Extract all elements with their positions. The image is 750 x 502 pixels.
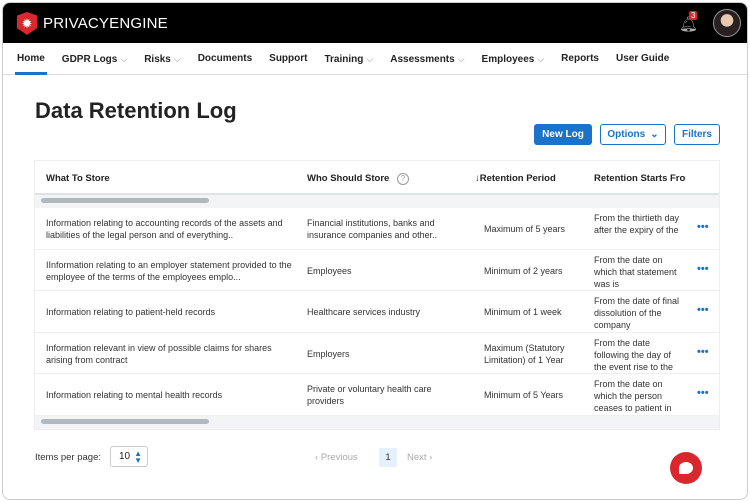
nav-label: GDPR Logs xyxy=(61,53,118,65)
chevron-down-icon: ⌵ xyxy=(173,53,181,64)
more-actions-icon[interactable]: ••• xyxy=(697,263,709,275)
new-log-button[interactable]: New Log xyxy=(534,124,592,145)
scrollbar-thumb[interactable] xyxy=(41,198,209,203)
chat-bubble-icon xyxy=(679,462,693,474)
cell-starts: From the date on which that statement wa… xyxy=(594,254,677,289)
chevron-down-icon: ⌵ xyxy=(120,53,128,64)
cell-what: IInformation relating to an employer sta… xyxy=(46,259,292,282)
table-body: Information relating to accounting recor… xyxy=(35,208,719,416)
nav-item-risks[interactable]: Risks ⌵ xyxy=(144,43,181,75)
table-row[interactable]: Information relating to mental health re… xyxy=(35,374,719,416)
chevron-down-icon: ⌵ xyxy=(366,53,374,64)
cell-period: Minimum of 2 years xyxy=(484,265,563,276)
table-row[interactable]: IInformation relating to an employer sta… xyxy=(35,250,719,292)
gear-shield-icon: ✹ xyxy=(17,12,37,35)
chevron-down-icon: ⌵ xyxy=(457,53,465,64)
more-actions-icon[interactable]: ••• xyxy=(697,346,709,358)
column-period-label: Retention Period xyxy=(479,173,556,184)
nav-label: Assessments xyxy=(390,53,455,65)
nav-item-gdpr-logs[interactable]: GDPR Logs ⌵ xyxy=(62,43,127,75)
avatar[interactable] xyxy=(713,9,741,37)
horizontal-scrollbar-top[interactable] xyxy=(35,195,719,208)
logo[interactable]: ✹ PRIVACYENGINE xyxy=(17,12,168,35)
nav-item-employees[interactable]: Employees ⌵ xyxy=(482,43,545,75)
items-per-page-select[interactable]: 10 ▲ ▼ xyxy=(110,446,148,467)
cell-who: Healthcare services industry xyxy=(307,307,421,318)
column-header-period[interactable]: ↓Retention Period xyxy=(475,173,556,184)
nav-item-home[interactable]: Home xyxy=(15,43,47,75)
cell-period: Minimum of 1 week xyxy=(484,307,562,318)
nav-item-user-guide[interactable]: User Guide xyxy=(616,43,669,75)
next-label: Next xyxy=(407,452,427,463)
cell-period: Maximum (Statutory Limitation) of 1 Year xyxy=(484,342,565,365)
items-per-page-label: Items per page: xyxy=(35,452,102,463)
app-window: ✹ PRIVACYENGINE 🔔︎ 3 Home GDPR Logs ⌵ Risks ⌵… xyxy=(2,2,748,500)
retention-table: What To Store Who Should Store ? ↓Retent… xyxy=(34,160,720,430)
cell-who: Financial institutions, banks and insura… xyxy=(307,218,438,240)
nav-item-training[interactable]: Training ⌵ xyxy=(324,43,373,75)
cell-starts: From the date on which the person ceases… xyxy=(594,379,672,414)
chevron-right-icon: › xyxy=(429,452,433,463)
nav-label: Reports xyxy=(561,52,599,64)
column-header-who[interactable]: Who Should Store ? xyxy=(307,173,409,185)
cell-starts: From the thirtieth day after the expiry … xyxy=(594,213,680,235)
nav-label: Employees xyxy=(481,53,535,65)
page-title: Data Retention Log xyxy=(35,98,237,123)
nav-label: Documents xyxy=(197,52,253,64)
nav-label: Risks xyxy=(144,53,171,65)
nav-label: Training xyxy=(324,53,364,65)
next-button[interactable]: Next › xyxy=(407,452,432,463)
page-1-button[interactable]: 1 xyxy=(379,448,397,467)
nav-label: User Guide xyxy=(615,52,670,64)
column-header-starts[interactable]: Retention Starts From xyxy=(594,173,686,184)
more-actions-icon[interactable]: ••• xyxy=(697,304,709,316)
main-nav: Home GDPR Logs ⌵ Risks ⌵ Documents Support Trai… xyxy=(3,43,747,75)
nav-label: Home xyxy=(17,52,45,64)
help-icon[interactable]: ? xyxy=(396,173,409,185)
top-bar: ✹ PRIVACYENGINE 🔔︎ 3 xyxy=(3,3,747,43)
cell-what: Information relevant in view of possible… xyxy=(46,342,272,365)
column-header-what[interactable]: What To Store xyxy=(46,173,110,184)
cell-starts: From the date following the day of the e… xyxy=(594,337,674,372)
chat-button[interactable] xyxy=(670,452,702,484)
cell-who: Employees xyxy=(307,265,352,276)
previous-label: Previous xyxy=(320,452,358,463)
nav-item-support[interactable]: Support xyxy=(269,43,307,75)
more-actions-icon[interactable]: ••• xyxy=(697,221,709,233)
scrollbar-thumb[interactable] xyxy=(41,418,209,424)
filters-button[interactable]: Filters xyxy=(674,124,720,145)
cell-who: Employers xyxy=(307,348,350,359)
table-row[interactable]: Information relating to accounting recor… xyxy=(35,208,719,250)
cell-who: Private or voluntary health care provide… xyxy=(307,384,432,407)
cell-period: Minimum of 5 Years xyxy=(484,390,564,401)
cell-what: Information relating to mental health re… xyxy=(46,390,223,401)
previous-button[interactable]: ‹ Previous xyxy=(315,452,358,463)
stepper-icon: ▲ ▼ xyxy=(134,449,142,465)
nav-item-reports[interactable]: Reports xyxy=(561,43,599,75)
items-per-page-value: 10 xyxy=(119,451,131,462)
chevron-down-icon: ⌄ xyxy=(650,129,659,140)
cell-what: Information relating to accounting recor… xyxy=(46,218,283,240)
options-button[interactable]: Options ⌄ xyxy=(600,124,666,145)
more-actions-icon[interactable]: ••• xyxy=(697,387,709,399)
horizontal-scrollbar[interactable] xyxy=(35,415,719,429)
table-row[interactable]: Information relevant in view of possible… xyxy=(35,333,719,375)
brand-name: PRIVACYENGINE xyxy=(43,15,168,32)
table-row[interactable]: Information relating to patient-held rec… xyxy=(35,291,719,333)
chevron-down-icon: ⌵ xyxy=(537,53,545,64)
options-label: Options xyxy=(607,129,646,140)
nav-item-documents[interactable]: Documents xyxy=(198,43,252,75)
cell-what: Information relating to patient-held rec… xyxy=(46,307,216,318)
cell-period: Maximum of 5 years xyxy=(484,224,566,234)
cell-starts: From the date of final dissolution of th… xyxy=(594,296,680,331)
nav-label: Support xyxy=(269,52,308,64)
table-header: What To Store Who Should Store ? ↓Retent… xyxy=(35,161,719,195)
notification-badge: 3 xyxy=(689,11,698,20)
nav-item-assessments[interactable]: Assessments ⌵ xyxy=(390,43,464,75)
column-who-label: Who Should Store xyxy=(307,173,390,184)
